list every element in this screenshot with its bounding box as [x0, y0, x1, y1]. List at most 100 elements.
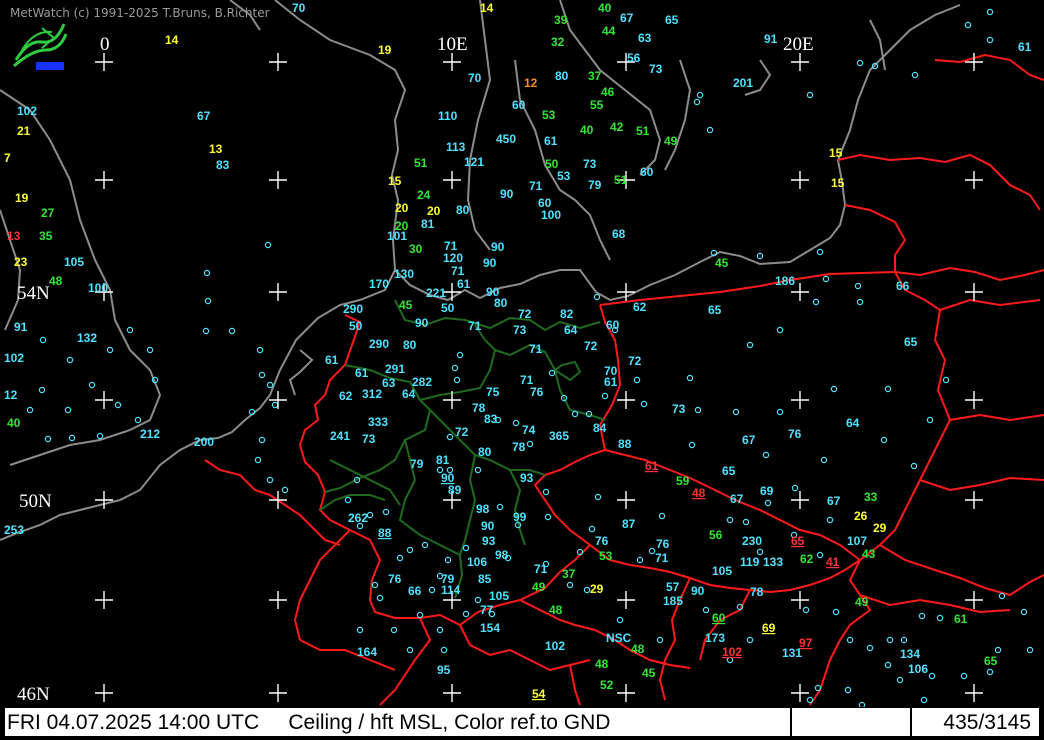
station-marker [583, 586, 591, 594]
grid-cross [269, 283, 287, 301]
grid-cross [95, 391, 113, 409]
ceiling-observation-value: 71 [529, 179, 543, 193]
station-marker [496, 503, 504, 511]
grid-cross [269, 171, 287, 189]
station-marker [38, 386, 46, 394]
ceiling-observation-value: 29 [590, 582, 604, 596]
ceiling-observation-value: 51 [414, 156, 428, 170]
station-marker [203, 269, 211, 277]
ceiling-observation-value: 61 [1018, 40, 1032, 54]
station-marker [896, 676, 904, 684]
ceiling-observation-value: 110 [438, 109, 458, 123]
ceiling-observation-value: 102 [4, 351, 24, 365]
station-marker [462, 544, 470, 552]
station-marker [688, 441, 696, 449]
grid-cross [965, 171, 983, 189]
grid-cross [791, 684, 809, 702]
ceiling-observation-value: 60 [606, 318, 620, 332]
ceiling-observation-value: 56 [627, 51, 641, 65]
ceiling-observation-value: 55 [590, 98, 604, 112]
ceiling-observation-value: 50 [441, 301, 455, 315]
station-marker [566, 581, 574, 589]
map-view[interactable]: 70 14 39 40 67 65 14 19 32 44 63 91 61 70 12 80 37 56 73 20… [0, 0, 1044, 740]
grid-cross [269, 684, 287, 702]
grid-cross [95, 591, 113, 609]
ceiling-observation-value: 32 [551, 35, 565, 49]
ceiling-observation-value: 98 [495, 548, 509, 562]
ceiling-observation-value: 24 [417, 188, 431, 202]
ceiling-observation-value: 290 [343, 302, 363, 316]
grid-cross [791, 171, 809, 189]
station-marker [202, 327, 210, 335]
ceiling-observation-value: 78 [512, 440, 526, 454]
station-marker [266, 476, 274, 484]
ceiling-observation-value: 51 [614, 173, 628, 187]
ceiling-observation-value: 70 [292, 1, 306, 15]
ceiling-observation-value: 87 [622, 517, 636, 531]
ceiling-observation-value: 21 [17, 124, 31, 138]
station-marker [846, 636, 854, 644]
grid-cross [443, 171, 461, 189]
ceiling-observation-value: 29 [873, 521, 887, 535]
ceiling-observation-value: 80 [478, 445, 492, 459]
ceiling-observation-value: 48 [49, 274, 63, 288]
ceiling-observation-value: 33 [864, 490, 878, 504]
ceiling-observation-value: 312 [362, 387, 382, 401]
grid-cross [269, 391, 287, 409]
grid-cross [965, 684, 983, 702]
station-marker [526, 440, 534, 448]
station-marker [204, 297, 212, 305]
ceiling-observation-value: 19 [15, 191, 29, 205]
ceiling-observation-value: 81 [436, 453, 450, 467]
ceiling-observation-value: 45 [399, 298, 413, 312]
map-canvas[interactable]: 70 14394067 6514193244 63 916170 12 80 37567320… [0, 0, 1044, 740]
lon-label-20e: 20E [783, 34, 814, 55]
ceiling-observation-value: 49 [855, 595, 869, 609]
status-count: 435/3145 [943, 711, 1031, 734]
station-marker [696, 91, 704, 99]
station-marker [856, 59, 864, 67]
ceiling-observation-value: 450 [496, 132, 516, 146]
ceiling-observation-value: 46 [601, 85, 615, 99]
station-marker [706, 126, 714, 134]
station-marker [910, 462, 918, 470]
station-marker [998, 592, 1006, 600]
station-marker [258, 371, 266, 379]
ceiling-observation-value: 73 [362, 432, 376, 446]
station-marker [928, 672, 936, 680]
ceiling-observation-value: 102 [722, 645, 742, 659]
station-marker [396, 554, 404, 562]
ceiling-observation-value: 365 [549, 429, 569, 443]
station-marker [854, 282, 862, 290]
status-divider [790, 708, 792, 736]
ceiling-observation-value: 88 [618, 437, 632, 451]
ceiling-observation-value: 73 [583, 157, 597, 171]
ceiling-observation-value: 76 [595, 534, 609, 548]
ceiling-observation-value: 106 [908, 662, 928, 676]
ceiling-observation-value: 75 [486, 385, 500, 399]
ceiling-observation-value: 67 [742, 433, 756, 447]
ceiling-observation-value: 85 [478, 572, 492, 586]
grid-cross [791, 591, 809, 609]
ceiling-observation-value: 80 [403, 338, 417, 352]
grid-cross [965, 491, 983, 509]
ceiling-observation-value: 72 [628, 354, 642, 368]
station-marker [281, 486, 289, 494]
ceiling-observation-value: 65 [665, 13, 679, 27]
ceiling-observation-value: 79 [410, 457, 424, 471]
station-marker [764, 499, 772, 507]
ceiling-observation-value: 107 [847, 534, 867, 548]
station-marker [456, 351, 464, 359]
metwatch-logo-icon [13, 23, 68, 70]
ceiling-observation-value: 133 [763, 555, 783, 569]
grid-cross [791, 491, 809, 509]
ceiling-observation-value: 76 [530, 385, 544, 399]
station-marker [26, 406, 34, 414]
station-marker [756, 548, 764, 556]
station-marker [474, 466, 482, 474]
station-marker [693, 98, 701, 106]
station-marker [88, 381, 96, 389]
ceiling-observation-value: 131 [782, 646, 802, 660]
lon-label-10e: 10E [437, 34, 468, 55]
ceiling-observation-value: 105 [489, 589, 509, 603]
